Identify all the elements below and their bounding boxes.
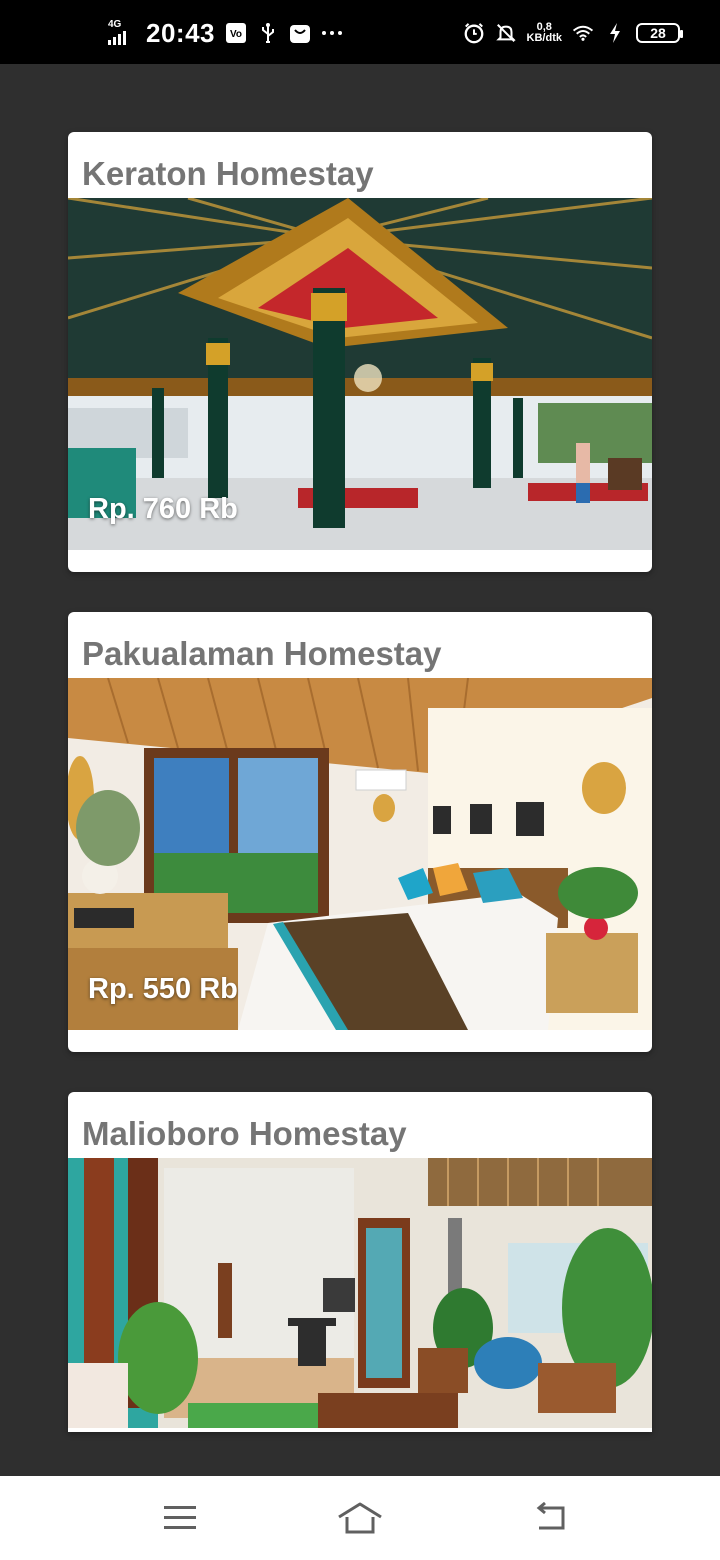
listing-price: Rp. 760 Rb <box>88 493 238 525</box>
signal-icon: 4G <box>106 19 136 47</box>
back-icon[interactable] <box>524 1496 574 1540</box>
listing-card-pakualaman[interactable]: Pakualaman Homestay Rp. 550 Rb <box>68 612 652 1052</box>
mute-bell-icon <box>495 22 517 44</box>
network-speed: 0,8 KB/dtk <box>527 22 562 44</box>
usb-icon <box>257 22 279 44</box>
battery-icon: 28 <box>636 23 683 43</box>
listing-card-keraton[interactable]: Keraton Homestay Rp. 760 Rb <box>68 132 652 572</box>
charging-icon <box>604 22 626 44</box>
clock: 20:43 <box>146 17 215 48</box>
listing-price: Rp. 550 Rb <box>88 973 238 1005</box>
bedroom-photo: Rp. 550 Rb <box>68 678 652 1030</box>
listing-title: Malioboro Homestay <box>82 1115 407 1152</box>
status-bar: 4G 20:43 Vo 0,8 KB/dtk 28 <box>0 0 720 64</box>
patio-photo <box>68 1158 652 1428</box>
vpn-icon: Vo <box>225 22 247 44</box>
speed-unit: KB/dtk <box>526 32 562 44</box>
alarm-icon <box>463 22 485 44</box>
home-icon[interactable] <box>335 1496 385 1540</box>
navigation-bar <box>0 1476 720 1560</box>
listing-card-malioboro[interactable]: Malioboro Homestay <box>68 1092 652 1432</box>
network-type: 4G <box>108 19 122 30</box>
menu-icon[interactable] <box>155 1496 205 1540</box>
wifi-icon <box>572 22 594 44</box>
listing-title: Pakualaman Homestay <box>82 635 442 672</box>
more-dots-icon <box>321 22 343 44</box>
bag-icon <box>289 22 311 44</box>
listing-title: Keraton Homestay <box>82 155 374 192</box>
pavilion-photo: Rp. 760 Rb <box>68 198 652 550</box>
svg-text:Vo: Vo <box>230 29 242 40</box>
battery-level: 28 <box>650 25 666 41</box>
